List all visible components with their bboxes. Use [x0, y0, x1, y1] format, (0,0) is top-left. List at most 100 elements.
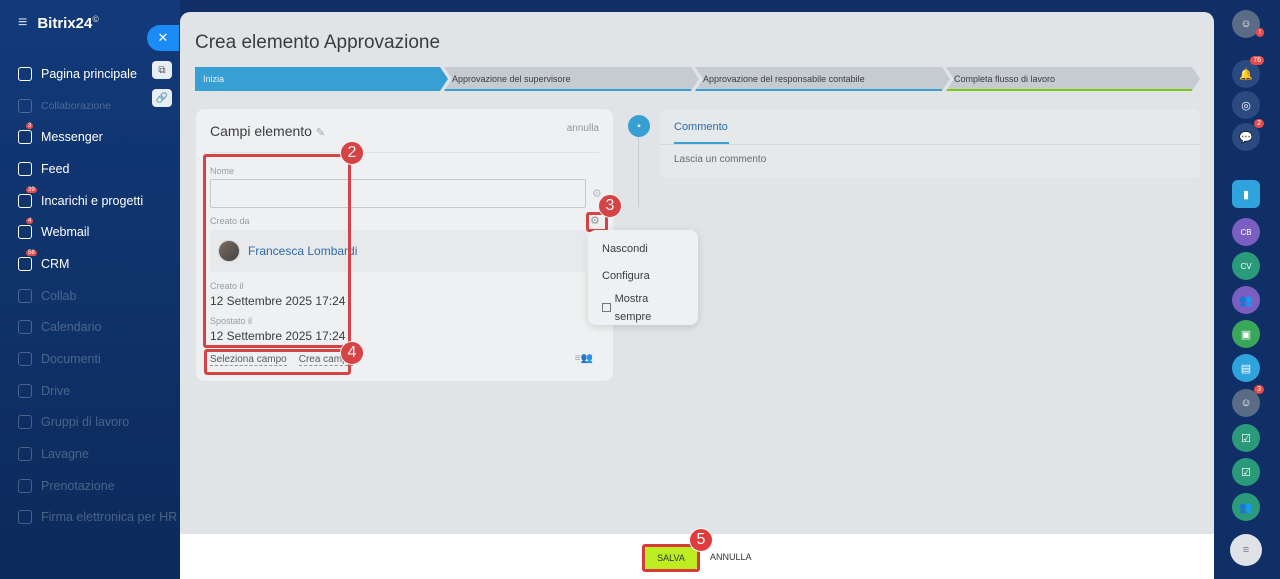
sidebar-item-lavagne[interactable]: Lavagne — [0, 438, 180, 470]
user-avatar-2[interactable]: ☺ 3 — [1232, 385, 1264, 417]
sidebar-item-label: Collab — [41, 288, 77, 303]
team-icon[interactable]: 👥 — [1232, 493, 1260, 521]
sidebar-item-label: Webmail — [41, 225, 90, 240]
menu-item-icon — [18, 66, 32, 81]
cancel-button[interactable]: ANNULLA — [710, 552, 752, 562]
group-icon[interactable]: 👥 — [1232, 286, 1260, 314]
divider — [660, 144, 1200, 145]
menu-item-icon — [18, 352, 32, 367]
avatar-cv[interactable]: CV — [1232, 252, 1260, 280]
sidebar-item-feed[interactable]: Feed — [0, 153, 180, 185]
sidebar-menu: Pagina principale Collaborazione 3 Messenge… — [0, 58, 180, 533]
hide-option[interactable]: Nascondi — [602, 240, 684, 267]
menu-item-icon — [18, 478, 32, 493]
sidebar-item-firma-elettronica-per-hr[interactable]: Firma elettronica per HR — [0, 502, 180, 534]
field-users-icon[interactable]: ≡👥 — [575, 353, 593, 364]
sidebar-item-collab[interactable]: Collab — [0, 280, 180, 312]
annotation-5: 5 — [689, 528, 713, 552]
sidebar-item-gruppi-di-lavoro[interactable]: Gruppi di lavoro — [0, 407, 180, 439]
task-icon-2[interactable]: ☑ — [1232, 458, 1260, 486]
menu-item-icon — [18, 98, 32, 113]
sidebar-item-webmail[interactable]: 4 Webmail — [0, 216, 180, 248]
sidebar-item-drive[interactable]: Drive — [0, 375, 180, 407]
annotation-2: 2 — [340, 141, 364, 165]
avatar-cb[interactable]: CB — [1232, 218, 1260, 246]
sidebar-item-label: CRM — [41, 256, 70, 271]
open-in-new-window-icon[interactable]: ⧉ — [152, 61, 172, 79]
sidebar-item-label: Lavagne — [41, 447, 89, 462]
logo[interactable]: ≡ Bitrix24© — [18, 14, 99, 32]
bell-icon[interactable]: 🔔 76 — [1232, 56, 1264, 88]
tab-comment[interactable]: Commento — [674, 121, 728, 133]
pencil-icon[interactable]: ✎ — [316, 127, 325, 139]
sidebar-item-messenger[interactable]: 3 Messenger — [0, 121, 180, 153]
menu-item-icon — [18, 225, 32, 240]
sidebar-item-label: Calendario — [41, 320, 102, 335]
sidebar-item-crm[interactable]: 58 CRM — [0, 248, 180, 280]
workflow-stages: Inizia Approvazione del supervisore Appr… — [195, 67, 1200, 91]
badge: 58 — [26, 250, 37, 257]
always-show-option[interactable]: Mostra sempre — [602, 293, 684, 323]
copilot-icon[interactable]: ◎ — [1232, 91, 1260, 119]
footer: SALVA 5 ANNULLA — [180, 528, 1214, 579]
sidebar-item-incarichi-e-progetti[interactable]: 39 Incarichi e progetti — [0, 185, 180, 217]
menu-item-icon — [18, 193, 32, 208]
sidebar-item-label: Feed — [41, 161, 70, 176]
stage-accountant-approval[interactable]: Approvazione del responsabile contabile — [695, 67, 950, 91]
tab-underline — [674, 142, 729, 144]
annotation-3: 3 — [598, 194, 622, 218]
comment-input[interactable]: Lascia un commento — [674, 154, 766, 165]
sidebar-item-prenotazione[interactable]: Prenotazione — [0, 470, 180, 502]
sidebar-item-label: Drive — [41, 383, 71, 398]
menu-icon[interactable]: ≡ — [18, 14, 27, 32]
contact-card-icon[interactable]: ▣ — [1232, 320, 1260, 348]
copy-link-icon[interactable]: 🔗 — [152, 89, 172, 107]
left-sidebar: ≡ Bitrix24© Pagina principale Collaborazi… — [0, 0, 180, 579]
highlight-field-links — [204, 349, 351, 375]
stage-start[interactable]: Inizia — [195, 67, 448, 91]
page-title: Crea elemento Approvazione — [195, 32, 441, 53]
card-cancel-link[interactable]: annulla — [567, 123, 599, 134]
close-slider-button[interactable]: ✕ — [147, 25, 179, 51]
timeline-line — [638, 137, 639, 207]
badge: 3 — [26, 123, 34, 130]
sidebar-item-documenti[interactable]: Documenti — [0, 343, 180, 375]
sidebar-item-label: Incarichi e progetti — [41, 193, 144, 208]
divider — [210, 152, 599, 153]
highlight-fields — [203, 154, 351, 348]
stage-complete-workflow[interactable]: Completa flusso di lavoro — [946, 67, 1200, 91]
chat-bubble-icon[interactable]: ▤ — [1232, 354, 1260, 382]
menu-item-icon — [18, 288, 32, 303]
checkbox[interactable] — [602, 303, 611, 312]
bookmark-icon[interactable]: ▮ — [1232, 180, 1260, 208]
sidebar-item-label: Collaborazione — [41, 99, 112, 112]
task-icon[interactable]: ☑ — [1232, 424, 1260, 452]
sidebar-item-calendario[interactable]: Calendario — [0, 312, 180, 344]
badge: 39 — [26, 186, 37, 193]
chat-icon[interactable]: 💬 2 — [1232, 119, 1264, 151]
user-icon: ☺ — [1240, 18, 1252, 30]
sidebar-item-label: Messenger — [41, 130, 103, 145]
menu-item-icon — [18, 415, 32, 430]
comment-panel: Commento Lascia un commento — [660, 109, 1200, 178]
menu-item-icon — [18, 256, 32, 271]
menu-item-icon — [18, 320, 32, 335]
alert-badge: ! — [1256, 28, 1264, 37]
sidebar-item-label: Firma elettronica per HR — [41, 510, 178, 525]
card-title: Campi elemento ✎ — [210, 123, 326, 139]
badge: 4 — [26, 218, 34, 225]
sidebar-item-label: Pagina principale — [41, 66, 137, 81]
stage-supervisor-approval[interactable]: Approvazione del supervisore — [444, 67, 699, 91]
more-menu-icon[interactable]: ≡ — [1230, 534, 1262, 566]
sidebar-item-label: Documenti — [41, 352, 101, 367]
right-rail: ☺ ! 🔔 76 ◎ 💬 2 ▮ CB CV 👥 ▣ ▤ ☺ 3 ☑ ☑ 👥 ≡ — [1214, 0, 1280, 579]
menu-item-icon — [18, 510, 32, 525]
comment-timeline-icon: ▪ — [628, 115, 650, 137]
menu-item-icon — [18, 161, 32, 176]
menu-item-icon — [18, 447, 32, 462]
user-avatar[interactable]: ☺ ! — [1232, 10, 1264, 38]
sidebar-item-label: Gruppi di lavoro — [41, 415, 130, 430]
sidebar-item-label: Prenotazione — [41, 478, 115, 493]
create-element-slider: Crea elemento Approvazione Inizia Approv… — [180, 12, 1214, 579]
menu-item-icon — [18, 130, 32, 145]
